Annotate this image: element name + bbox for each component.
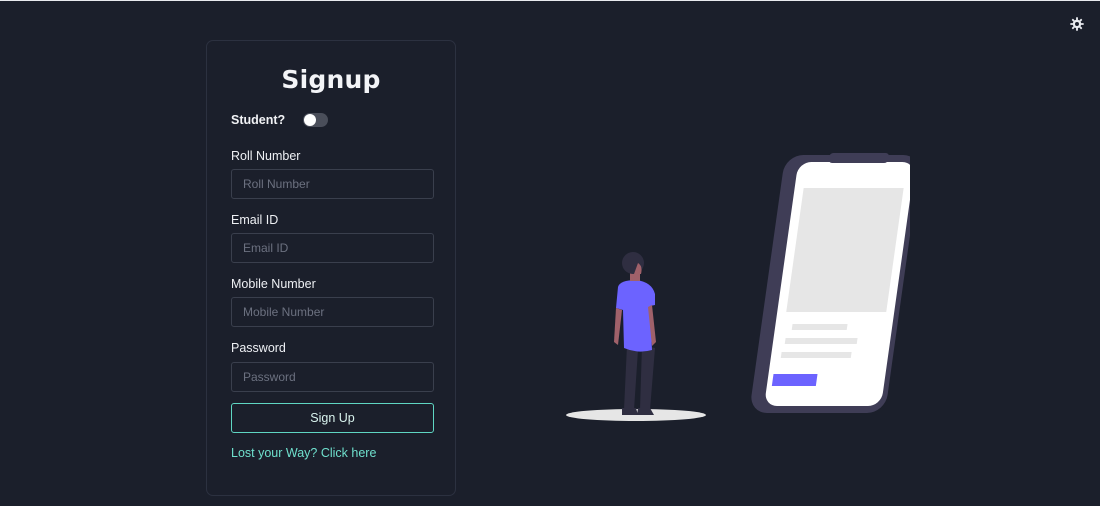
person-graphic xyxy=(614,252,656,415)
student-toggle-row: Student? xyxy=(231,113,329,127)
mobile-number-input[interactable] xyxy=(231,297,434,327)
phone-graphic xyxy=(751,153,910,413)
page-title: Signup xyxy=(281,65,381,94)
top-border xyxy=(0,0,1100,1)
theme-toggle-button[interactable] xyxy=(1068,15,1086,33)
signup-illustration xyxy=(566,153,910,421)
sign-up-button[interactable]: Sign Up xyxy=(231,403,434,433)
student-label: Student? xyxy=(231,113,286,127)
email-input[interactable] xyxy=(231,233,434,263)
password-input[interactable] xyxy=(231,362,434,392)
gear-icon xyxy=(1070,17,1084,31)
roll-number-input[interactable] xyxy=(231,169,434,199)
toggle-knob xyxy=(304,114,317,126)
student-toggle-switch[interactable] xyxy=(303,113,329,127)
signup-card: Signup Student? Roll Number Email ID Mob… xyxy=(206,40,456,496)
password-label: Password xyxy=(231,341,286,355)
mobile-number-label: Mobile Number xyxy=(231,277,316,291)
roll-number-label: Roll Number xyxy=(231,149,301,163)
lost-your-way-link[interactable]: Lost your Way? Click here xyxy=(231,446,376,460)
email-label: Email ID xyxy=(231,213,279,227)
